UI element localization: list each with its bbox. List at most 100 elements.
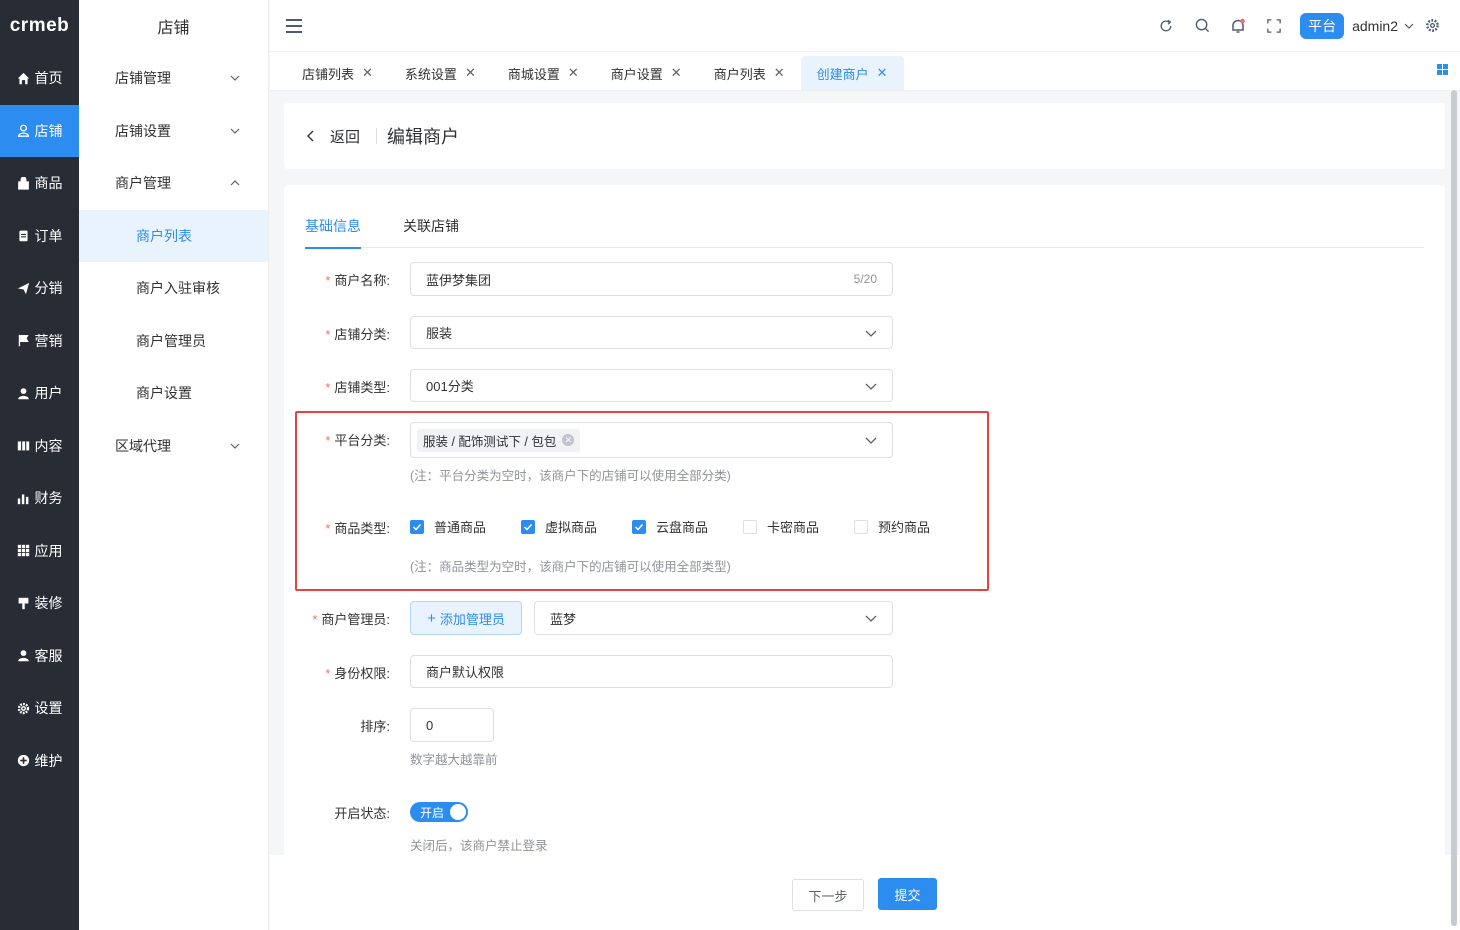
chevron-down-icon [865, 330, 877, 337]
store-type-select[interactable]: 001分类 [410, 369, 893, 402]
back-button[interactable]: 返回 [306, 126, 360, 147]
tab-label: 商城设置 [507, 66, 560, 82]
rail-item-user[interactable]: 用户 [0, 367, 79, 420]
page-scrollbar[interactable] [1451, 90, 1457, 926]
sort-label: 排序: [360, 719, 390, 734]
tab-system-settings[interactable]: 系统设置 ✕ [389, 56, 492, 90]
rail-item-order[interactable]: 订单 [0, 210, 79, 263]
tab-linked-stores[interactable]: 关联店铺 [403, 215, 459, 248]
char-count: 5/20 [853, 272, 877, 286]
rail-item-settings[interactable]: 设置 [0, 682, 79, 735]
home-icon [17, 71, 31, 85]
rail-item-goods[interactable]: 商品 [0, 157, 79, 210]
close-icon[interactable]: ✕ [362, 65, 373, 81]
add-admin-button[interactable]: + 添加管理员 [410, 601, 522, 635]
checkbox-checked-icon [410, 519, 424, 534]
store-type-value: 001分类 [426, 379, 474, 394]
rail-item-decorate[interactable]: 装修 [0, 577, 79, 630]
platform-category-select[interactable]: 服装 / 配饰测试下 / 包包 ✕ [410, 422, 893, 458]
platform-category-label: * 平台分类: [325, 433, 390, 448]
tab-merchant-settings[interactable]: 商户设置 ✕ [595, 56, 698, 90]
checkbox-cloud-goods[interactable]: 云盘商品 [632, 517, 743, 536]
rail-label: 营销 [34, 332, 63, 349]
tab-mall-settings[interactable]: 商城设置 ✕ [492, 56, 595, 90]
checkbox-booking-goods[interactable]: 预约商品 [854, 517, 930, 536]
merchant-admin-select[interactable]: 蓝梦 [534, 601, 893, 635]
platform-button[interactable]: 平台 [1300, 12, 1345, 39]
sort-hint: 数字越大越靠前 [410, 753, 498, 767]
tabs-menu-grid-icon[interactable] [1437, 64, 1448, 75]
store-category-select[interactable]: 服装 [410, 316, 893, 349]
rail-item-distribution[interactable]: 分销 [0, 262, 79, 315]
rail-item-service[interactable]: 客服 [0, 630, 79, 683]
page-header-card: 返回 编辑商户 [284, 103, 1445, 169]
checkbox-card-goods[interactable]: 卡密商品 [743, 517, 854, 536]
close-icon[interactable]: ✕ [774, 65, 785, 81]
refresh-icon[interactable] [1148, 8, 1184, 44]
merchant-name-label: * 商户名称: [325, 273, 390, 288]
rail-item-marketing[interactable]: 营销 [0, 315, 79, 368]
close-icon[interactable]: ✕ [877, 65, 888, 81]
submit-button[interactable]: 提交 [878, 878, 937, 910]
distribution-icon [17, 281, 31, 295]
settings-icon [17, 701, 31, 715]
sort-input[interactable]: 0 [410, 708, 494, 742]
rail-label: 商品 [34, 175, 63, 192]
submenu-group-merchant-manage[interactable]: 商户管理 [79, 157, 268, 210]
rail-label: 财务 [34, 490, 63, 507]
next-step-button[interactable]: 下一步 [792, 879, 864, 911]
submenu-item-merchant-admin[interactable]: 商户管理员 [79, 315, 268, 368]
merchant-name-value: 蓝伊梦集团 [426, 272, 492, 288]
status-hint: 关闭后，该商户禁止登录 [410, 839, 548, 853]
submenu-item-merchant-list[interactable]: 商户列表 [79, 209, 268, 262]
tab-store-list[interactable]: 店铺列表 ✕ [286, 56, 389, 90]
submenu-group-store-settings[interactable]: 店铺设置 [79, 105, 268, 158]
checkbox-unchecked-icon [743, 519, 757, 534]
role-input[interactable]: 商户默认权限 [410, 655, 893, 688]
tag-close-icon[interactable]: ✕ [562, 434, 575, 446]
checkbox-normal-goods[interactable]: 普通商品 [410, 517, 521, 536]
role-value: 商户默认权限 [426, 665, 505, 680]
menu-toggle-icon[interactable] [286, 18, 302, 33]
tabs-bar: 店铺列表 ✕ 系统设置 ✕ 商城设置 ✕ 商户设置 ✕ 商户列表 ✕ 创建商户 ✕ [270, 52, 1460, 90]
role-label: * 身份权限: [325, 666, 390, 681]
maintain-icon [17, 754, 31, 768]
close-icon[interactable]: ✕ [568, 65, 579, 81]
rail-label: 装修 [34, 595, 63, 612]
submenu-item-merchant-settings[interactable]: 商户设置 [79, 367, 268, 420]
plus-icon: + [427, 609, 436, 627]
logo[interactable]: crmeb [0, 0, 79, 52]
rail-item-apps[interactable]: 应用 [0, 525, 79, 578]
search-icon[interactable] [1184, 8, 1220, 44]
rail-label: 店铺 [34, 122, 63, 139]
store-category-value: 服装 [426, 326, 453, 341]
submenu-group-region-agent[interactable]: 区域代理 [79, 420, 268, 473]
submenu-group-store-manage[interactable]: 店铺管理 [79, 52, 268, 105]
rail-label: 客服 [34, 647, 63, 664]
fullscreen-icon[interactable] [1256, 8, 1292, 44]
user-menu[interactable]: admin2 [1352, 18, 1414, 34]
decorate-icon [17, 596, 31, 610]
rail-item-finance[interactable]: 财务 [0, 472, 79, 525]
settings-gear-icon[interactable] [1414, 8, 1450, 44]
checkbox-virtual-goods[interactable]: 虚拟商品 [521, 517, 632, 536]
tab-merchant-list[interactable]: 商户列表 ✕ [698, 56, 801, 90]
tab-basic-info[interactable]: 基础信息 [305, 215, 361, 249]
notification-bell-icon[interactable] [1220, 8, 1256, 44]
tab-create-merchant[interactable]: 创建商户 ✕ [800, 56, 904, 90]
close-icon[interactable]: ✕ [671, 65, 682, 81]
rail-item-content[interactable]: 内容 [0, 420, 79, 473]
add-admin-label: 添加管理员 [439, 611, 505, 627]
close-icon[interactable]: ✕ [465, 65, 476, 81]
tab-label: 创建商户 [816, 66, 869, 82]
rail-item-store[interactable]: 店铺 [0, 104, 79, 157]
rail-item-home[interactable]: 首页 [0, 52, 79, 105]
checkbox-label: 虚拟商品 [545, 520, 598, 535]
chevron-down-icon [230, 128, 240, 134]
rail-item-maintain[interactable]: 维护 [0, 735, 79, 788]
merchant-name-input[interactable]: 蓝伊梦集团 5/20 [410, 262, 893, 296]
scrollbar-thumb[interactable] [1451, 90, 1457, 926]
status-switch[interactable]: 开启 [410, 802, 468, 822]
submenu-item-merchant-audit[interactable]: 商户入驻审核 [79, 262, 268, 315]
checkbox-label: 预约商品 [878, 520, 931, 535]
